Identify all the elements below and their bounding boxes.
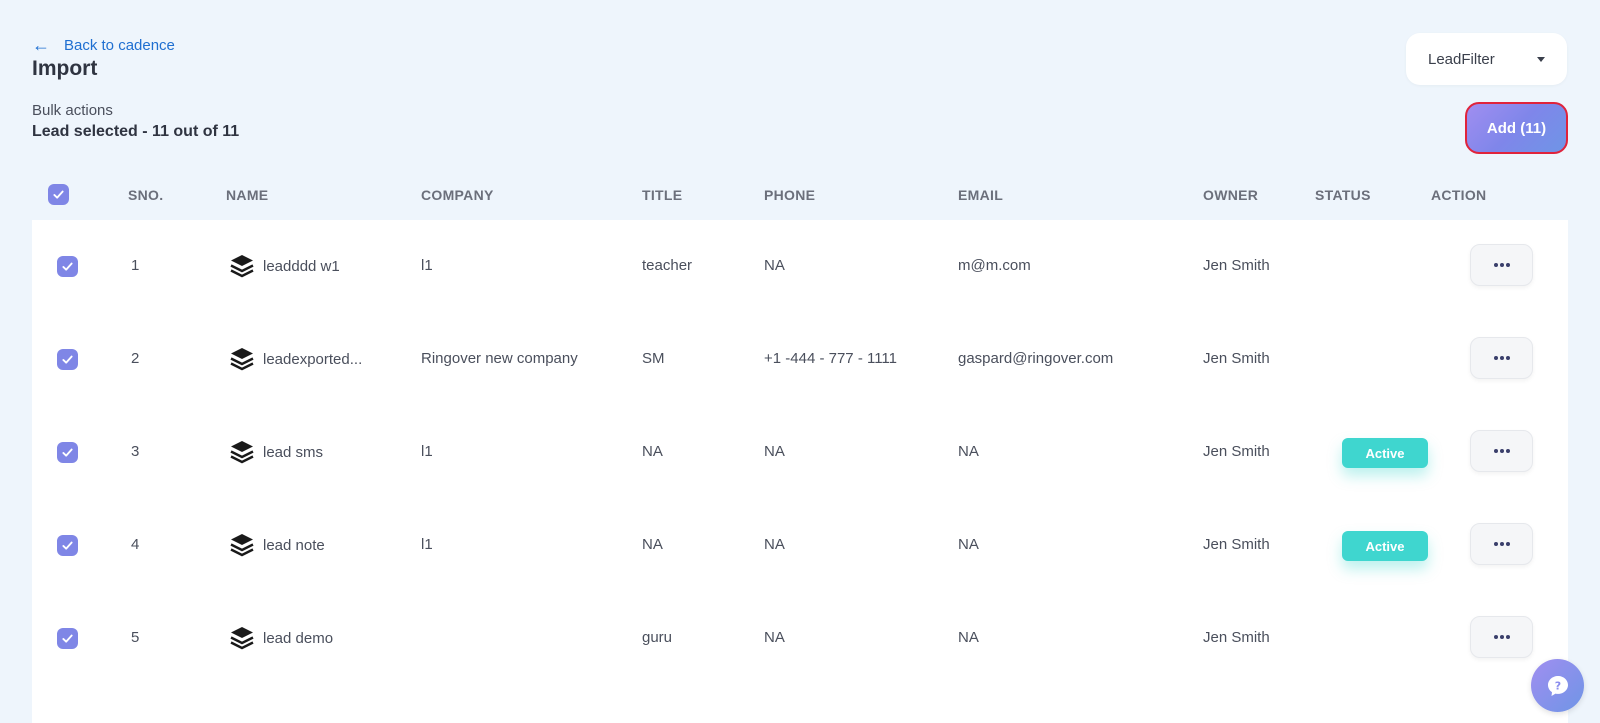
- table-row: 2 leadexported... Ringover new company S…: [32, 313, 1568, 406]
- cell-company: Ringover new company: [421, 350, 578, 367]
- header-status: STATUS: [1315, 187, 1371, 203]
- checkmark-icon: [62, 355, 73, 364]
- header-action: ACTION: [1431, 187, 1487, 203]
- header-title: TITLE: [642, 187, 683, 203]
- cell-title: guru: [642, 629, 673, 646]
- cell-email: NA: [958, 443, 979, 460]
- checkmark-icon: [62, 634, 73, 643]
- table-row: 5 lead demo guru NA NA Jen Smith: [32, 592, 1568, 685]
- page-title: Import: [32, 57, 98, 80]
- help-chat-icon: ?: [1547, 675, 1568, 696]
- cell-title: teacher: [642, 257, 693, 274]
- arrow-left-icon: ←: [32, 35, 50, 55]
- row-checkbox[interactable]: [57, 349, 78, 370]
- checkmark-icon: [62, 262, 73, 271]
- cell-company: l1: [421, 536, 433, 553]
- more-horizontal-icon: [1493, 635, 1510, 639]
- row-actions-button[interactable]: [1470, 337, 1533, 379]
- cell-name[interactable]: leadddd w1: [229, 253, 340, 279]
- back-link-label: Back to cadence: [64, 36, 175, 54]
- row-checkbox[interactable]: [57, 535, 78, 556]
- header-company: COMPANY: [421, 187, 494, 203]
- lead-selected-count: Lead selected - 11 out of 11: [32, 123, 240, 140]
- header-name: NAME: [226, 187, 269, 203]
- table-row: 1 leadddd w1 l1 teacher NA m@m.com Jen S…: [32, 220, 1568, 313]
- lead-name: leadexported...: [263, 350, 363, 368]
- back-to-cadence-link[interactable]: ← Back to cadence: [32, 36, 175, 54]
- cell-email: NA: [958, 629, 979, 646]
- cell-phone: NA: [764, 257, 785, 274]
- leads-table-body: 1 leadddd w1 l1 teacher NA m@m.com Jen S…: [32, 220, 1568, 723]
- lead-name: lead note: [263, 536, 325, 554]
- cell-name[interactable]: lead demo: [229, 625, 333, 651]
- cell-sno: 1: [131, 257, 140, 274]
- checkmark-icon: [53, 190, 64, 199]
- cell-email: gaspard@ringover.com: [958, 350, 1114, 367]
- layers-icon: [230, 348, 254, 371]
- lead-name: lead sms: [263, 443, 324, 461]
- layers-icon: [230, 441, 254, 464]
- cell-title: NA: [642, 443, 663, 460]
- cell-owner: Jen Smith: [1203, 629, 1270, 646]
- more-horizontal-icon: [1493, 263, 1510, 267]
- row-checkbox[interactable]: [57, 442, 78, 463]
- status-badge: Active: [1342, 531, 1428, 561]
- checkmark-icon: [62, 541, 73, 550]
- more-horizontal-icon: [1493, 449, 1510, 453]
- header-phone: PHONE: [764, 187, 816, 203]
- table-row: 4 lead note l1 NA NA NA Jen Smith Active: [32, 499, 1568, 592]
- layers-icon: [230, 534, 254, 557]
- lead-filter-value: LeadFilter: [1428, 50, 1495, 68]
- cell-sno: 2: [131, 350, 140, 367]
- more-horizontal-icon: [1493, 356, 1510, 360]
- bulk-actions-label: Bulk actions: [32, 102, 113, 119]
- lead-filter-dropdown[interactable]: LeadFilter: [1406, 33, 1567, 85]
- cell-title: NA: [642, 536, 663, 553]
- cell-owner: Jen Smith: [1203, 536, 1270, 553]
- header-email: EMAIL: [958, 187, 1004, 203]
- table-row: 3 lead sms l1 NA NA NA Jen Smith Active: [32, 406, 1568, 499]
- cell-name[interactable]: lead note: [229, 532, 325, 558]
- cell-owner: Jen Smith: [1203, 350, 1270, 367]
- lead-name: leadddd w1: [263, 257, 340, 275]
- checkmark-icon: [62, 448, 73, 457]
- cell-email: m@m.com: [958, 257, 1031, 274]
- table-header: SNO. NAME COMPANY TITLE PHONE EMAIL OWNE…: [32, 170, 1568, 220]
- layers-icon: [230, 255, 254, 278]
- cell-company: l1: [421, 257, 433, 274]
- select-all-checkbox[interactable]: [48, 184, 69, 205]
- cell-email: NA: [958, 536, 979, 553]
- row-actions-button[interactable]: [1470, 616, 1533, 658]
- cell-name[interactable]: lead sms: [229, 439, 323, 465]
- layers-icon: [230, 627, 254, 650]
- cell-name[interactable]: leadexported...: [229, 346, 362, 372]
- row-checkbox[interactable]: [57, 256, 78, 277]
- cell-sno: 5: [131, 629, 140, 646]
- row-checkbox[interactable]: [57, 628, 78, 649]
- cell-phone: NA: [764, 536, 785, 553]
- cell-owner: Jen Smith: [1203, 443, 1270, 460]
- cell-phone: +1 -444 - 777 - 1111: [764, 350, 898, 367]
- cell-phone: NA: [764, 629, 785, 646]
- cell-owner: Jen Smith: [1203, 257, 1270, 274]
- svg-text:?: ?: [1554, 679, 1560, 692]
- row-actions-button[interactable]: [1470, 244, 1533, 286]
- cell-title: SM: [642, 350, 665, 367]
- add-leads-button[interactable]: Add (11): [1465, 102, 1568, 154]
- row-actions-button[interactable]: [1470, 523, 1533, 565]
- lead-name: lead demo: [263, 629, 334, 647]
- status-badge: Active: [1342, 438, 1428, 468]
- cell-sno: 3: [131, 443, 140, 460]
- help-chat-button[interactable]: ?: [1531, 659, 1584, 712]
- row-actions-button[interactable]: [1470, 430, 1533, 472]
- caret-down-icon: [1537, 56, 1545, 62]
- cell-company: l1: [421, 443, 433, 460]
- header-owner: OWNER: [1203, 187, 1259, 203]
- cell-sno: 4: [131, 536, 140, 553]
- cell-phone: NA: [764, 443, 785, 460]
- header-sno: SNO.: [128, 187, 164, 203]
- more-horizontal-icon: [1493, 542, 1510, 546]
